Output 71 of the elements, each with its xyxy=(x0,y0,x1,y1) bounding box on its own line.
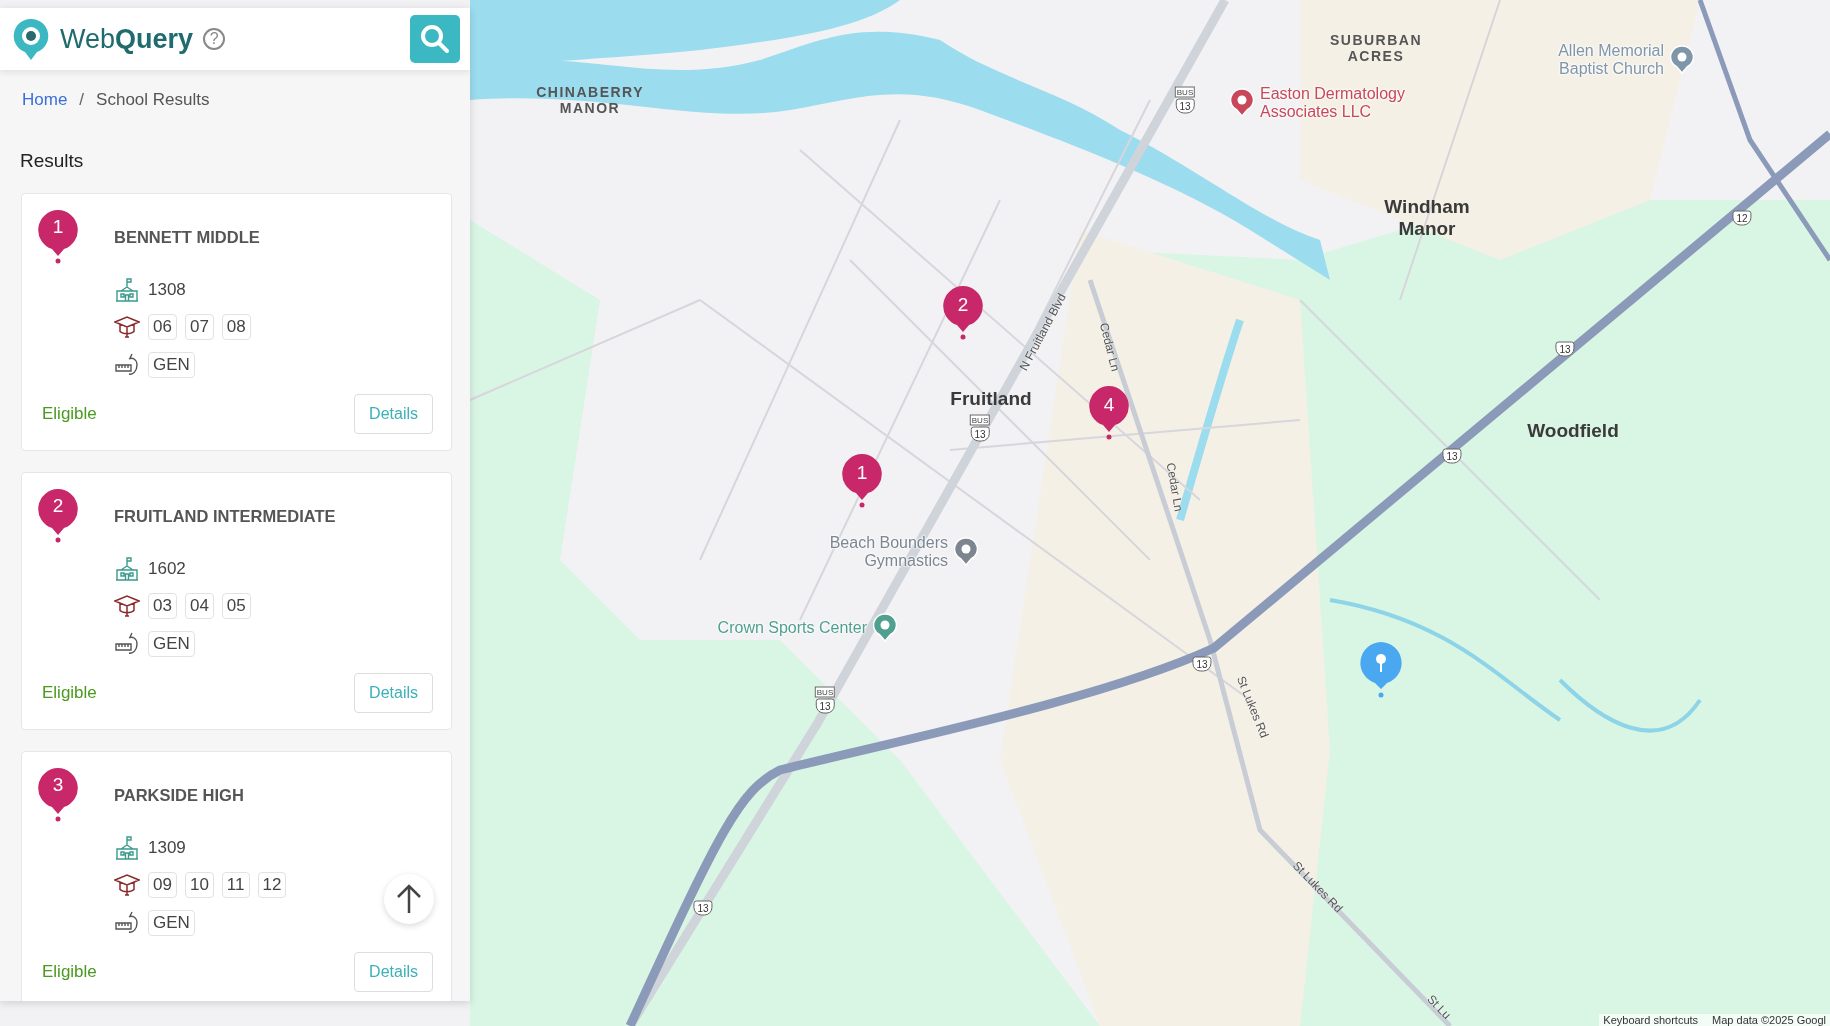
result-number: 3 xyxy=(51,774,65,796)
result-number: 1 xyxy=(51,216,65,238)
place-label: SUBURBAN ACRES xyxy=(1329,32,1423,64)
graduation-cap-icon xyxy=(114,315,140,339)
breadcrumb-current: School Results xyxy=(96,90,210,110)
school-name: PARKSIDE HIGH xyxy=(114,786,245,806)
details-button[interactable]: Details xyxy=(354,952,433,992)
program-tag: GEN xyxy=(148,631,195,657)
program-tag: GEN xyxy=(148,910,195,936)
place-label: Easton Dermatology Associates LLC xyxy=(1260,85,1406,121)
grade-tag: 06 xyxy=(148,314,177,340)
place-marker-icon xyxy=(954,537,978,567)
grade-tag: 11 xyxy=(221,872,250,898)
school-name: BENNETT MIDDLE xyxy=(114,228,261,248)
grade-tag: 08 xyxy=(221,314,251,340)
road-label: Cedar Ln xyxy=(1096,321,1123,373)
breadcrumb-separator: / xyxy=(79,90,85,110)
program-tag: GEN xyxy=(148,352,195,378)
search-icon xyxy=(419,23,451,55)
map-footer-text[interactable]: Keyboard shortcuts xyxy=(1603,1014,1699,1026)
place-label: Allen Memorial Baptist Church xyxy=(1557,42,1664,78)
route-tag: BUS xyxy=(969,414,991,426)
graduation-cap-icon xyxy=(114,594,140,618)
details-button[interactable]: Details xyxy=(354,673,433,713)
road-label: St Lukes Rd xyxy=(1233,674,1272,740)
eligibility-status: Eligible xyxy=(42,683,97,703)
eligibility-status: Eligible xyxy=(42,962,97,982)
details-button[interactable]: Details xyxy=(354,394,433,434)
school-code: 1308 xyxy=(148,280,186,300)
road-label: St Lu xyxy=(1424,992,1454,1022)
school-building-icon xyxy=(114,557,140,581)
result-number: 2 xyxy=(51,495,65,517)
place-label: Beach Bounders Gymnastics xyxy=(828,534,948,570)
place-label: Windham Manor xyxy=(1384,196,1470,240)
help-icon[interactable]: ? xyxy=(203,28,226,50)
grade-tag: 10 xyxy=(184,872,214,898)
apple-ruler-icon xyxy=(114,911,140,935)
grade-tag: 03 xyxy=(148,593,177,619)
place-marker-icon xyxy=(873,613,897,643)
logo-icon xyxy=(12,17,50,61)
place-marker-icon xyxy=(1670,45,1694,75)
place-label: Woodfield xyxy=(1527,420,1619,442)
eligibility-status: Eligible xyxy=(42,404,97,424)
grade-tag: 05 xyxy=(221,593,251,619)
school-building-icon xyxy=(114,278,140,302)
number-pin-icon xyxy=(36,766,80,822)
route-tag: BUS xyxy=(1174,86,1196,98)
apple-ruler-icon xyxy=(114,353,140,377)
map-footer-text: Map data ©2025 Googl xyxy=(1712,1014,1826,1026)
place-label: Fruitland xyxy=(950,388,1032,410)
apple-ruler-icon xyxy=(114,632,140,656)
school-code: 1309 xyxy=(148,838,186,858)
school-building-icon xyxy=(114,836,140,860)
grade-tag: 07 xyxy=(184,314,214,340)
place-label: Crown Sports Center xyxy=(717,619,867,637)
number-pin-icon xyxy=(36,487,80,543)
school-code: 1602 xyxy=(148,559,186,579)
school-name: FRUITLAND INTERMEDIATE xyxy=(114,507,337,527)
route-tag: BUS xyxy=(814,686,836,698)
breadcrumb-link[interactable]: Home xyxy=(22,90,68,110)
number-pin-icon xyxy=(36,208,80,264)
grade-tag: 04 xyxy=(184,593,214,619)
arrow-up-icon xyxy=(395,883,423,915)
graduation-cap-icon xyxy=(114,873,140,897)
results-heading: Results xyxy=(20,150,85,172)
grade-tag: 12 xyxy=(257,872,287,898)
grade-tag: 09 xyxy=(148,872,177,898)
place-marker-icon xyxy=(1230,88,1254,118)
road-label: Cedar Ln xyxy=(1163,461,1186,513)
place-label: CHINABERRY MANOR xyxy=(536,84,644,116)
app-title: WebQuery xyxy=(60,23,194,55)
